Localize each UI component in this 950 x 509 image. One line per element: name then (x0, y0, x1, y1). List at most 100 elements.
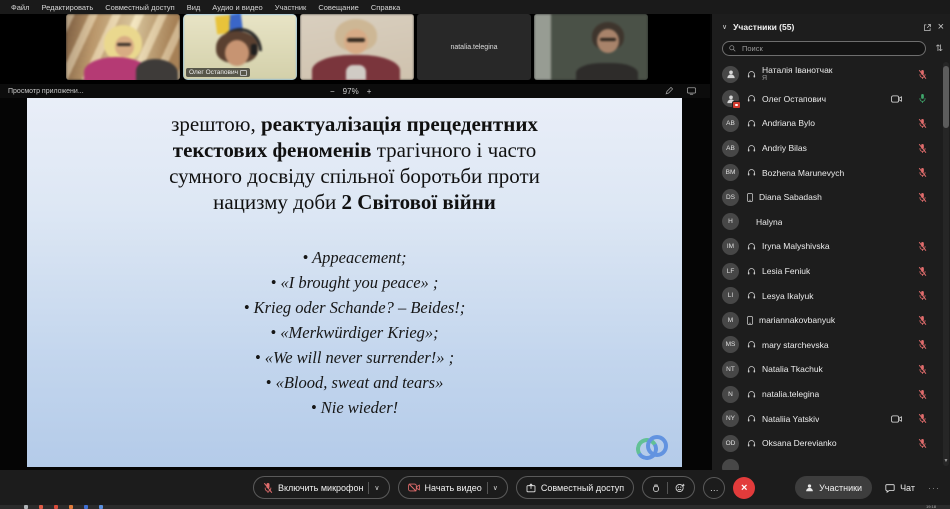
raise-hand-icon[interactable] (652, 483, 660, 493)
annotate-icon[interactable] (665, 87, 673, 95)
leave-meeting-button[interactable]: × (733, 477, 755, 499)
participant-row[interactable] (712, 456, 942, 471)
participant-row[interactable]: Олег Остапович (712, 87, 942, 112)
chevron-down-icon[interactable]: ∨ (374, 484, 379, 492)
participant-row[interactable]: BM Bozhena Marunevych (712, 160, 942, 185)
pop-out-icon[interactable] (923, 23, 932, 32)
collapse-chevron-icon[interactable]: ∨ (722, 23, 727, 31)
participant-row[interactable]: NT Natalia Tkachuk (712, 357, 942, 382)
zoom-out-button[interactable]: − (330, 87, 335, 96)
menu-item[interactable]: Участник (269, 3, 313, 12)
menu-item[interactable]: Справка (365, 3, 406, 12)
menu-item[interactable]: Совместный доступ (99, 3, 180, 12)
avatar-initials: M (728, 317, 733, 324)
menu-item[interactable]: Файл (5, 3, 35, 12)
participant-row[interactable]: NY Nataliia Yatskiv (712, 406, 942, 431)
chat-bubble-icon (885, 483, 895, 493)
menu-item[interactable]: Аудио и видео (206, 3, 268, 12)
participant-row[interactable]: LI Lesya Ikalyuk (712, 283, 942, 308)
slide-heading-line: нацизму доби 2 Світової війни (27, 189, 682, 215)
participant-name: Наталія Іванотчак (762, 66, 833, 75)
participant-row[interactable]: Наталія Іванотчак Я (712, 62, 942, 87)
mic-muted-icon (918, 118, 927, 129)
headset-icon (747, 365, 756, 374)
participant-row[interactable]: M mariannakovbanyuk (712, 308, 942, 333)
scroll-down-arrow[interactable]: ▼ (943, 459, 949, 464)
scrollbar-thumb[interactable] (943, 66, 949, 128)
camera-on-icon (891, 415, 902, 423)
participants-icon (805, 483, 814, 492)
headset-icon (747, 390, 756, 399)
video-tile-3[interactable] (300, 14, 414, 80)
avatar: AB (722, 140, 739, 157)
share-indicator-icon (240, 70, 247, 76)
app-menu-bar: ФайлРедактироватьСовместный доступВидАуд… (0, 0, 950, 14)
share-screen-icon (526, 483, 536, 493)
participant-row[interactable]: MS mary starchevska (712, 333, 942, 358)
participants-toggle-button[interactable]: Участники (795, 476, 872, 499)
chat-button[interactable]: Чат (885, 483, 915, 493)
meeting-toolbar: Включить микрофон ∨ Начать видео ∨ Совме… (0, 470, 950, 505)
mic-muted-icon (918, 389, 927, 400)
video-badge-icon (732, 101, 741, 109)
participant-row[interactable]: N natalia.telegina (712, 382, 942, 407)
webex-logo (635, 434, 667, 458)
participant-row[interactable]: IM Iryna Malyshivska (712, 234, 942, 259)
share-button[interactable]: Совместный доступ (516, 476, 634, 499)
participant-row[interactable]: AB Andriana Bylo (712, 111, 942, 136)
slide-bullet: • «Blood, sweat and tears» (27, 370, 682, 395)
participant-row[interactable]: OD Oksana Derevianko (712, 431, 942, 456)
participant-row[interactable]: DS Diana Sabadash (712, 185, 942, 210)
start-video-button[interactable]: Начать видео ∨ (398, 476, 508, 499)
video-tile-active-speaker[interactable]: Олег Остапович (183, 14, 297, 80)
headset-icon (747, 340, 756, 349)
zoom-in-button[interactable]: + (367, 87, 372, 96)
video-tile-camera-off[interactable]: natalia.telegina (417, 14, 531, 80)
participant-row[interactable]: LF Lesia Feniuk (712, 259, 942, 284)
participant-video (66, 14, 180, 80)
participant-row[interactable]: H Halyna (712, 210, 942, 235)
slide-heading-line: текстових феноменів трагічного і часто (27, 137, 682, 163)
video-tile-1[interactable] (66, 14, 180, 80)
avatar: OD (722, 435, 739, 452)
headset-icon (747, 168, 756, 177)
participant-name: Lesya Ikalyuk (762, 291, 814, 301)
shared-slide: зрештою, реактуалізація прецедентнихтекс… (27, 98, 682, 467)
view-options-icon[interactable] (687, 87, 696, 95)
mic-muted-icon (918, 339, 927, 350)
participant-name: Andriy Bilas (762, 143, 807, 153)
avatar-initials: H (728, 218, 733, 225)
avatar-initials: OD (726, 440, 736, 447)
menu-item[interactable]: Совещание (312, 3, 365, 12)
menu-item[interactable]: Вид (181, 3, 207, 12)
toolbar-more-icon[interactable]: ··· (928, 483, 940, 493)
chevron-down-icon[interactable]: ∨ (493, 484, 498, 492)
avatar: NT (722, 361, 739, 378)
headset-icon (747, 242, 756, 251)
more-options-button[interactable]: … (703, 477, 725, 499)
avatar-initials: MS (726, 341, 736, 348)
participants-title: Участники (55) (733, 22, 794, 32)
sort-participants-icon[interactable]: ⇅ (935, 43, 943, 54)
slide-heading-line: сумного досвіду спільної боротьби проти (27, 163, 682, 189)
close-panel-icon[interactable]: × (938, 22, 944, 32)
video-tile-5[interactable] (534, 14, 648, 80)
participant-name: Halyna (756, 217, 782, 227)
headset-icon (747, 119, 756, 128)
participant-row[interactable]: AB Andriy Bilas (712, 136, 942, 161)
avatar: LI (722, 287, 739, 304)
menu-item[interactable]: Редактировать (35, 3, 99, 12)
slide-bullet: • «We will never surrender!» ; (27, 345, 682, 370)
participants-header: ∨ Участники (55) × (722, 19, 944, 35)
headset-icon (747, 291, 756, 300)
scrollbar[interactable] (943, 62, 949, 466)
taskbar-icons[interactable] (24, 505, 103, 509)
reactions-group (642, 476, 695, 499)
avatar-initials: AB (726, 120, 735, 127)
search-input[interactable] (740, 43, 919, 54)
mic-muted-icon (918, 241, 927, 252)
unmute-button[interactable]: Включить микрофон ∨ (253, 476, 390, 499)
mic-muted-icon (918, 192, 927, 203)
reactions-smiley-icon[interactable] (675, 483, 685, 493)
participant-search[interactable] (722, 41, 926, 56)
